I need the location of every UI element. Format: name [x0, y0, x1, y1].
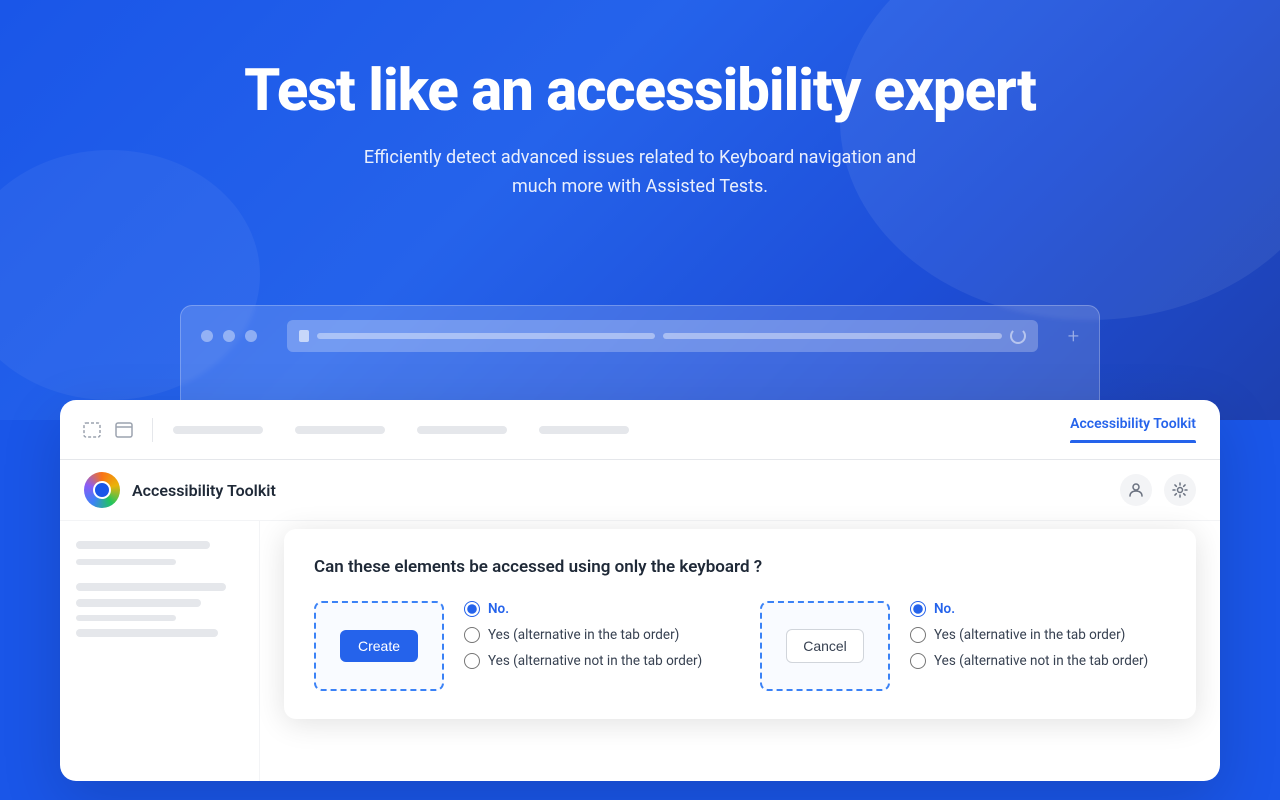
tab-active-underline: [1070, 440, 1196, 443]
cancel-element-box: Cancel: [760, 601, 890, 691]
sidebar-line-5: [76, 615, 176, 621]
tab-placeholder-4: [527, 426, 641, 434]
hero-section: Test like an accessibility expert Effici…: [0, 60, 1280, 201]
sidebar-line-1: [76, 541, 210, 549]
cancel-yes-tab-label: Yes (alternative in the tab order): [934, 627, 1125, 643]
cancel-radio-group: No. Yes (alternative in the tab order) Y…: [910, 601, 1148, 691]
create-radio-yes-notab[interactable]: [464, 653, 480, 669]
settings-button[interactable]: [1164, 474, 1196, 506]
ghost-url-extra: [663, 333, 1001, 339]
create-button[interactable]: Create: [340, 630, 418, 662]
question-columns: Create No. Yes (alternative in the tab o…: [314, 601, 1166, 691]
sidebar-line-3: [76, 583, 226, 591]
question-col-2: Cancel No. Yes (alternative in the tab o…: [760, 601, 1166, 691]
tab-active-label: Accessibility Toolkit: [1070, 416, 1196, 440]
create-radio-no[interactable]: [464, 601, 480, 617]
sidebar-line-6: [76, 629, 218, 637]
cancel-option-yes-notab[interactable]: Yes (alternative not in the tab order): [910, 653, 1148, 669]
tab-placeholder-1: [161, 426, 275, 434]
app-header: Accessibility Toolkit: [60, 460, 1220, 521]
window-tab-icon[interactable]: [112, 418, 136, 442]
sidebar-line-4: [76, 599, 201, 607]
create-radio-group: No. Yes (alternative in the tab order) Y…: [464, 601, 702, 691]
ghost-dot-1: [201, 330, 213, 342]
create-yes-notab-label: Yes (alternative not in the tab order): [488, 653, 702, 669]
user-account-button[interactable]: [1120, 474, 1152, 506]
question-card: Can these elements be accessed using onl…: [284, 529, 1196, 719]
screenshot-tab-icon[interactable]: [80, 418, 104, 442]
create-yes-tab-label: Yes (alternative in the tab order): [488, 627, 679, 643]
question-col-1: Create No. Yes (alternative in the tab o…: [314, 601, 720, 691]
cancel-yes-notab-label: Yes (alternative not in the tab order): [934, 653, 1148, 669]
cancel-button[interactable]: Cancel: [786, 629, 864, 663]
ghost-lock-icon: [299, 330, 309, 342]
question-title: Can these elements be accessed using onl…: [314, 557, 1166, 577]
tab-placeholder-2: [283, 426, 397, 434]
cancel-radio-yes-notab[interactable]: [910, 653, 926, 669]
left-sidebar: [60, 521, 260, 781]
ghost-url-text: [317, 333, 655, 339]
create-option-yes-tab[interactable]: Yes (alternative in the tab order): [464, 627, 702, 643]
tab-placeholder-3: [405, 426, 519, 434]
cancel-no-label: No.: [934, 601, 955, 617]
hero-subtitle: Efficiently detect advanced issues relat…: [350, 144, 930, 202]
tab-bar: Accessibility Toolkit: [60, 400, 1220, 460]
accessibility-toolkit-tab[interactable]: Accessibility Toolkit: [1066, 416, 1200, 443]
create-option-no[interactable]: No.: [464, 601, 702, 617]
app-logo: [84, 472, 120, 508]
tab-line-3: [417, 426, 507, 434]
main-card: Accessibility Toolkit Accessibility Tool…: [60, 400, 1220, 781]
cancel-radio-no[interactable]: [910, 601, 926, 617]
cancel-option-no[interactable]: No.: [910, 601, 1148, 617]
create-option-yes-notab[interactable]: Yes (alternative not in the tab order): [464, 653, 702, 669]
cancel-radio-yes-tab[interactable]: [910, 627, 926, 643]
tab-line-4: [539, 426, 629, 434]
hero-title: Test like an accessibility expert: [0, 60, 1280, 124]
main-content: Can these elements be accessed using onl…: [260, 521, 1220, 781]
create-no-label: No.: [488, 601, 509, 617]
create-radio-yes-tab[interactable]: [464, 627, 480, 643]
content-area: Can these elements be accessed using onl…: [60, 521, 1220, 781]
cancel-option-yes-tab[interactable]: Yes (alternative in the tab order): [910, 627, 1148, 643]
ghost-refresh-icon: [1010, 328, 1026, 344]
tab-line-1: [173, 426, 263, 434]
ghost-new-tab-icon: +: [1068, 324, 1079, 348]
tab-line-2: [295, 426, 385, 434]
app-name: Accessibility Toolkit: [132, 481, 1120, 500]
tab-icon-group: [80, 418, 153, 442]
ghost-dot-3: [245, 330, 257, 342]
ghost-toolbar: +: [181, 306, 1099, 366]
ghost-dot-2: [223, 330, 235, 342]
create-element-box: Create: [314, 601, 444, 691]
ghost-address-bar: [287, 320, 1038, 352]
header-icons: [1120, 474, 1196, 506]
sidebar-line-2: [76, 559, 176, 565]
